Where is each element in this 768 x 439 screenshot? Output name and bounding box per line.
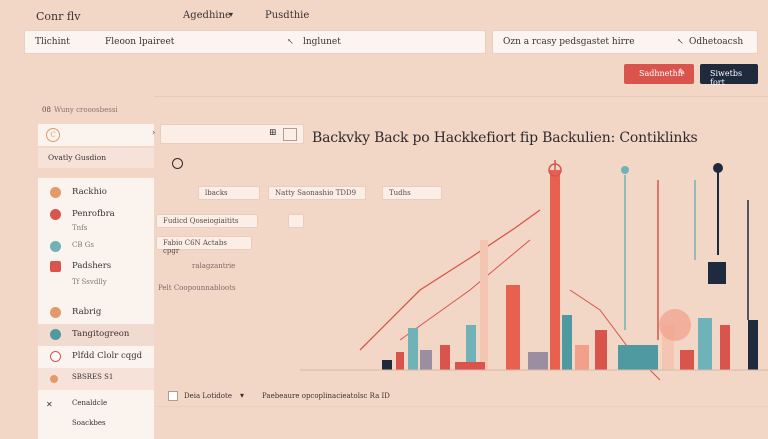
search-bar-left[interactable]: Tlichint Fleoon lpaireet ↖ lnglunet bbox=[24, 30, 486, 54]
sidebar-item-label: SBSRES S1 bbox=[72, 373, 114, 381]
chip[interactable]: Fudicd Qoseiogiaitits bbox=[156, 214, 258, 228]
chart-icon bbox=[300, 160, 768, 381]
panel-row-text: Ovatly Gusdion bbox=[48, 153, 107, 162]
sidebar-item-icon bbox=[50, 261, 61, 272]
bar bbox=[528, 352, 548, 370]
chevron-down-icon: › bbox=[152, 128, 156, 137]
sidebar-item-label: Rackhio bbox=[72, 187, 107, 197]
bar bbox=[506, 285, 520, 370]
chevron-down-icon[interactable]: ▾ bbox=[240, 391, 244, 400]
chevron-down-icon[interactable]: ▾ bbox=[229, 10, 233, 19]
footer-label-left: Deia Lotidote bbox=[184, 392, 232, 400]
bar bbox=[408, 328, 418, 370]
cursor-icon: ↖ bbox=[287, 37, 294, 46]
sidebar-item-label: Soackbes bbox=[72, 419, 106, 427]
bar bbox=[748, 320, 758, 370]
pencil-icon: ✎ bbox=[678, 68, 686, 78]
search-icon[interactable] bbox=[172, 158, 183, 169]
pin-head bbox=[621, 166, 629, 174]
bar bbox=[575, 345, 589, 370]
search-input[interactable]: Fleoon lpaireet bbox=[105, 37, 174, 47]
bar bbox=[420, 350, 432, 370]
bubble bbox=[659, 309, 691, 341]
brand-logo[interactable]: Conr flv bbox=[36, 10, 80, 23]
bar bbox=[562, 315, 572, 370]
bar bbox=[680, 350, 694, 370]
bar bbox=[396, 352, 404, 370]
sidebar-item-icon bbox=[50, 375, 58, 383]
cursor-icon: ↖ bbox=[677, 37, 684, 46]
sidebar-item-icon bbox=[50, 307, 61, 318]
sidebar-item[interactable]: Tnfs bbox=[38, 216, 154, 238]
sidebar-item[interactable]: CB Gs bbox=[38, 236, 154, 258]
search-right-action[interactable]: Odhetoacsh bbox=[689, 37, 743, 47]
sidebar-item-label: Plfdd Clolr cqgd bbox=[72, 351, 143, 361]
filter-input[interactable]: ⊞ bbox=[160, 124, 304, 144]
sidebar-item[interactable]: SBSRES S1 bbox=[38, 368, 154, 390]
footer-label-mid: Paebeaure opcoplinacieatolsc Ra ID bbox=[262, 392, 390, 400]
bar bbox=[595, 330, 607, 370]
sidebar-item-label: Tf Ssvdlly bbox=[72, 278, 107, 286]
primary-button-label: Sadhnethn bbox=[639, 69, 683, 78]
sidebar-item-icon bbox=[50, 351, 61, 362]
sidebar-item[interactable]: ✕ Cenaldcle bbox=[38, 394, 154, 416]
sidebar-item-label: CB Gs bbox=[72, 241, 94, 249]
sidebar-item-label: Tangitogreon bbox=[72, 329, 130, 339]
bar bbox=[382, 360, 392, 370]
primary-button[interactable]: Sadhnethn ✎ bbox=[624, 64, 694, 84]
nav-link-pusdthie[interactable]: Pusdthie bbox=[265, 10, 309, 21]
sidebar-item[interactable]: Tf Ssvdlly bbox=[38, 274, 154, 296]
sidebar-item[interactable]: Rackhio bbox=[38, 182, 154, 204]
nav-link-agedhine[interactable]: Agedhine bbox=[183, 10, 231, 21]
checkbox[interactable] bbox=[168, 391, 178, 401]
search-label: Tlichint bbox=[35, 37, 70, 47]
sidebar-item-label: Rabrig bbox=[72, 307, 102, 317]
bar bbox=[550, 170, 560, 370]
checkbox[interactable] bbox=[283, 128, 297, 141]
panel-number: 08 bbox=[42, 106, 51, 114]
sidebar-item-label: Padshers bbox=[72, 261, 112, 271]
sidebar-item-active[interactable]: Tangitogreon bbox=[38, 324, 154, 346]
divider bbox=[156, 406, 768, 407]
secondary-button[interactable]: Siwetbs fort bbox=[700, 64, 758, 87]
bar bbox=[440, 345, 450, 370]
secondary-button-label: Siwetbs fort bbox=[710, 69, 743, 87]
sidebar-item[interactable]: Plfdd Clolr cqgd bbox=[38, 346, 154, 368]
faint-label: Pelt Coopounnabloots bbox=[158, 284, 236, 292]
bar bbox=[455, 362, 485, 370]
chip[interactable]: lbacks bbox=[198, 186, 260, 200]
divider bbox=[154, 96, 768, 97]
bar bbox=[708, 262, 726, 284]
sidebar-item-icon bbox=[50, 187, 61, 198]
sidebar-item-icon bbox=[50, 241, 61, 252]
search-action-link[interactable]: lnglunet bbox=[303, 37, 341, 47]
panel-row-icon: C bbox=[46, 128, 60, 142]
panel-row-select[interactable]: C › bbox=[38, 124, 156, 146]
sidebar-item[interactable]: Soackbes bbox=[38, 414, 154, 436]
sidebar-item[interactable]: Rabrig bbox=[38, 302, 154, 324]
panel-row-label[interactable]: Ovatly Gusdion bbox=[38, 148, 154, 168]
chart-illustration bbox=[300, 160, 768, 381]
sidebar: Rackhio Penrofbra Tnfs CB Gs Padshers Tf… bbox=[38, 178, 154, 439]
grid-icon[interactable]: ⊞ bbox=[269, 128, 277, 138]
panel-header: Wuny crooosbessi bbox=[54, 106, 118, 114]
close-icon[interactable]: ✕ bbox=[46, 400, 53, 409]
faint-label: ralagzantrie bbox=[192, 262, 236, 270]
pin-head bbox=[713, 163, 723, 173]
bar bbox=[720, 325, 730, 370]
search-right-input[interactable]: Ozn a rcasy pedsgastet hirre bbox=[503, 37, 635, 47]
sidebar-item-label: Cenaldcle bbox=[72, 399, 108, 407]
bar bbox=[618, 345, 658, 370]
bar bbox=[480, 240, 488, 370]
chip[interactable]: Fabio C6N Actabs cpgr bbox=[156, 236, 252, 255]
search-bar-right[interactable]: Ozn a rcasy pedsgastet hirre ↖ Odhetoacs… bbox=[492, 30, 758, 54]
sidebar-item-label: Tnfs bbox=[72, 224, 88, 232]
bar bbox=[698, 318, 712, 370]
sidebar-item-icon bbox=[50, 329, 61, 340]
